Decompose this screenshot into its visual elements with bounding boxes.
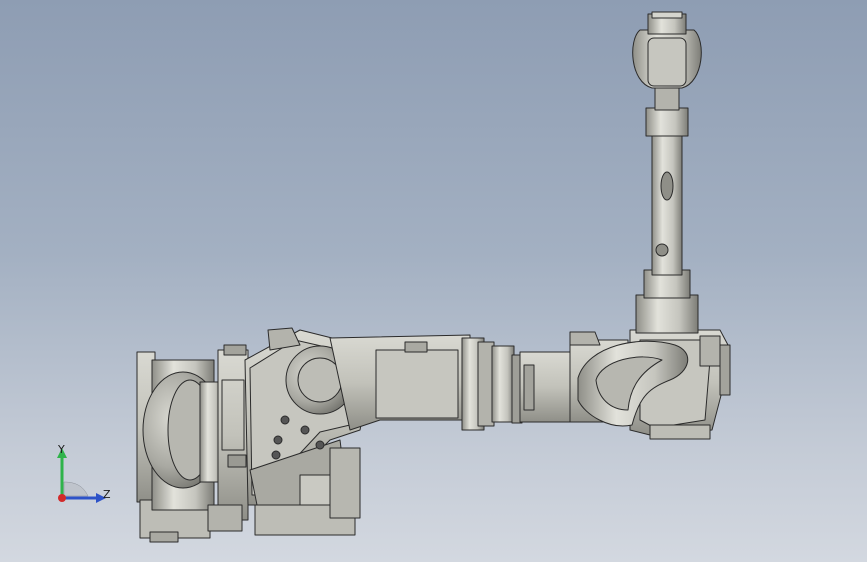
robot-arm-model[interactable]	[0, 0, 867, 562]
robot-base	[136, 344, 249, 543]
robot-upper-arm	[329, 334, 523, 431]
cad-viewport[interactable]: Y Z	[0, 0, 867, 562]
z-axis-label: Z	[103, 488, 111, 501]
xy-plane-indicator	[63, 481, 89, 497]
origin-dot	[58, 494, 66, 502]
y-axis-label: Y	[58, 443, 65, 456]
robot-vertical-tool-arm	[632, 11, 702, 334]
